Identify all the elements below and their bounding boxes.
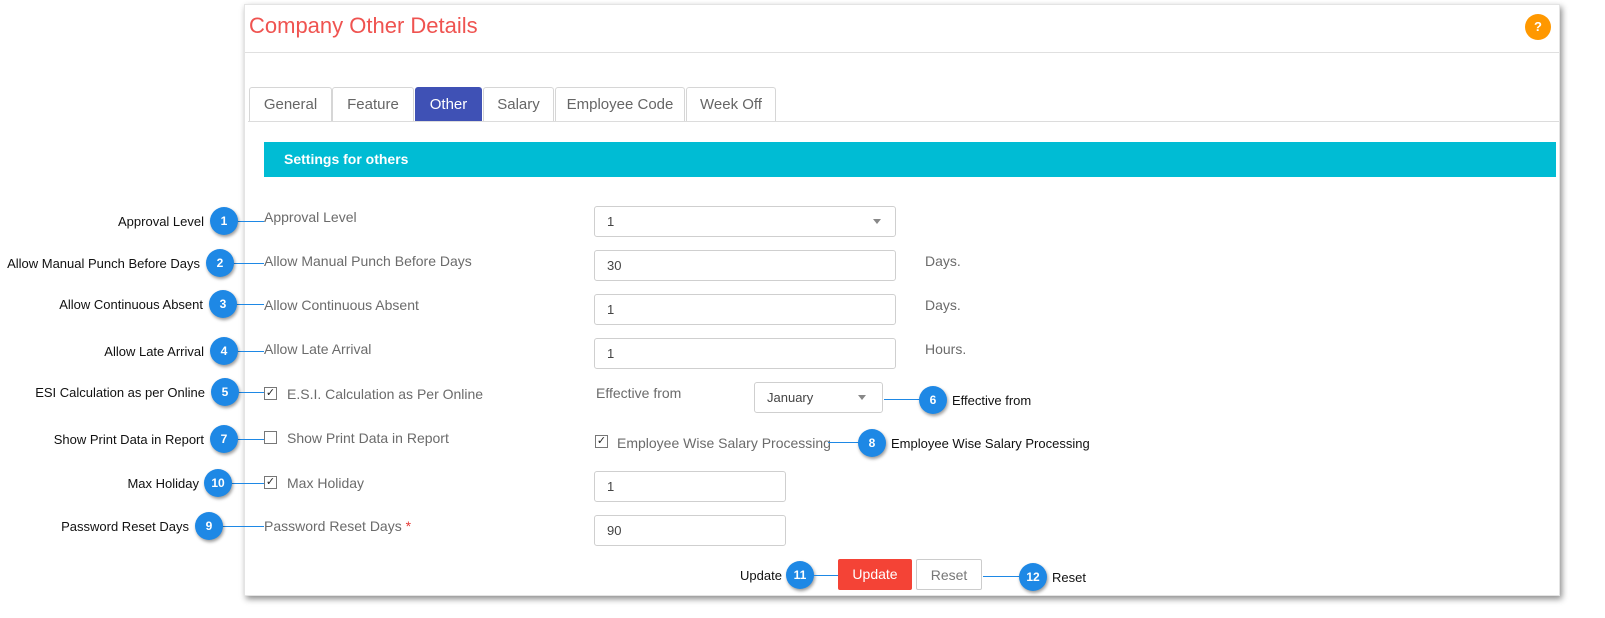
page-title: Company Other Details (249, 13, 478, 38)
connector-line (236, 351, 264, 352)
late-arrival-label: Allow Late Arrival (264, 341, 372, 357)
continuous-absent-unit: Days. (925, 297, 961, 313)
continuous-absent-label: Allow Continuous Absent (264, 297, 419, 313)
required-marker: * (405, 518, 412, 534)
connector-line (828, 442, 860, 443)
password-reset-input[interactable]: 90 (594, 515, 786, 546)
connector-line (231, 483, 264, 484)
annotation-continuous-absent: Allow Continuous Absent (59, 297, 203, 312)
manual-punch-label: Allow Manual Punch Before Days (264, 253, 472, 269)
help-icon[interactable]: ? (1525, 14, 1551, 40)
annotation-show-print: Show Print Data in Report (53, 432, 204, 447)
annotation-employee-wise: Employee Wise Salary Processing (891, 436, 1090, 451)
late-arrival-value: 1 (607, 346, 615, 361)
callout-badge-8: 8 (858, 429, 886, 457)
connector-line (983, 576, 1020, 577)
callout-badge-11: 11 (786, 561, 814, 589)
connector-line (884, 399, 920, 400)
connector-line (237, 392, 264, 393)
callout-badge-3: 3 (209, 290, 237, 318)
late-arrival-unit: Hours. (925, 341, 967, 357)
update-button[interactable]: Update (838, 559, 912, 590)
show-print-label: Show Print Data in Report (287, 430, 449, 446)
annotation-esi: ESI Calculation as per Online (35, 385, 205, 400)
annotation-update: Update (740, 568, 782, 583)
effective-from-value: January (767, 390, 814, 405)
connector-line (236, 221, 264, 222)
chevron-down-icon (873, 219, 881, 224)
connector-line (232, 263, 264, 264)
annotation-manual-punch: Allow Manual Punch Before Days (7, 256, 200, 271)
approval-level-value: 1 (607, 214, 615, 229)
callout-badge-7: 7 (210, 425, 238, 453)
approval-level-select[interactable]: 1 (594, 206, 896, 237)
password-reset-value: 90 (607, 523, 622, 538)
esi-label: E.S.I. Calculation as Per Online (287, 386, 484, 402)
callout-badge-1: 1 (210, 207, 238, 235)
tab-salary[interactable]: Salary (483, 87, 554, 121)
callout-badge-6: 6 (919, 386, 947, 414)
show-print-checkbox[interactable] (264, 431, 277, 444)
max-holiday-checkbox[interactable]: ✓ (264, 476, 277, 489)
tab-feature[interactable]: Feature (332, 87, 414, 121)
annotation-max-holiday: Max Holiday (127, 476, 199, 491)
connector-line (221, 526, 264, 527)
manual-punch-input[interactable]: 30 (594, 250, 896, 281)
continuous-absent-input[interactable]: 1 (594, 294, 896, 325)
callout-badge-12: 12 (1019, 563, 1047, 591)
callout-badge-4: 4 (210, 337, 238, 365)
continuous-absent-value: 1 (607, 302, 615, 317)
annotation-effective-from: Effective from (952, 393, 1032, 408)
callout-badge-2: 2 (206, 249, 234, 277)
tab-underline (248, 121, 1559, 122)
annotation-approval-level: Approval Level (118, 214, 204, 229)
approval-level-label: Approval Level (264, 209, 357, 225)
employee-wise-label: Employee Wise Salary Processing (617, 435, 831, 451)
max-holiday-input[interactable]: 1 (594, 471, 786, 502)
manual-punch-unit: Days. (925, 253, 961, 269)
effective-from-label: Effective from (596, 385, 682, 401)
callout-badge-5: 5 (211, 378, 239, 406)
password-reset-label: Password Reset Days * (264, 518, 411, 534)
annotation-late-arrival: Allow Late Arrival (104, 344, 204, 359)
max-holiday-label: Max Holiday (287, 475, 365, 491)
callout-badge-10: 10 (204, 469, 232, 497)
max-holiday-value: 1 (607, 479, 615, 494)
esi-checkbox[interactable]: ✓ (264, 387, 277, 400)
callout-badge-9: 9 (195, 512, 223, 540)
connector-line (813, 575, 838, 576)
annotation-password-reset: Password Reset Days (61, 519, 189, 534)
section-header: Settings for others (264, 142, 1556, 177)
connector-line (236, 439, 264, 440)
reset-button[interactable]: Reset (916, 559, 982, 590)
title-divider (245, 52, 1559, 53)
tab-employee-code[interactable]: Employee Code (555, 87, 685, 121)
tab-other[interactable]: Other (415, 87, 482, 121)
late-arrival-input[interactable]: 1 (594, 338, 896, 369)
connector-line (235, 304, 264, 305)
employee-wise-checkbox[interactable]: ✓ (595, 435, 608, 448)
annotation-reset: Reset (1052, 570, 1086, 585)
chevron-down-icon (858, 395, 866, 400)
tab-week-off[interactable]: Week Off (686, 87, 776, 121)
tab-general[interactable]: General (249, 87, 332, 121)
password-reset-label-text: Password Reset Days (264, 518, 402, 534)
manual-punch-value: 30 (607, 258, 622, 273)
